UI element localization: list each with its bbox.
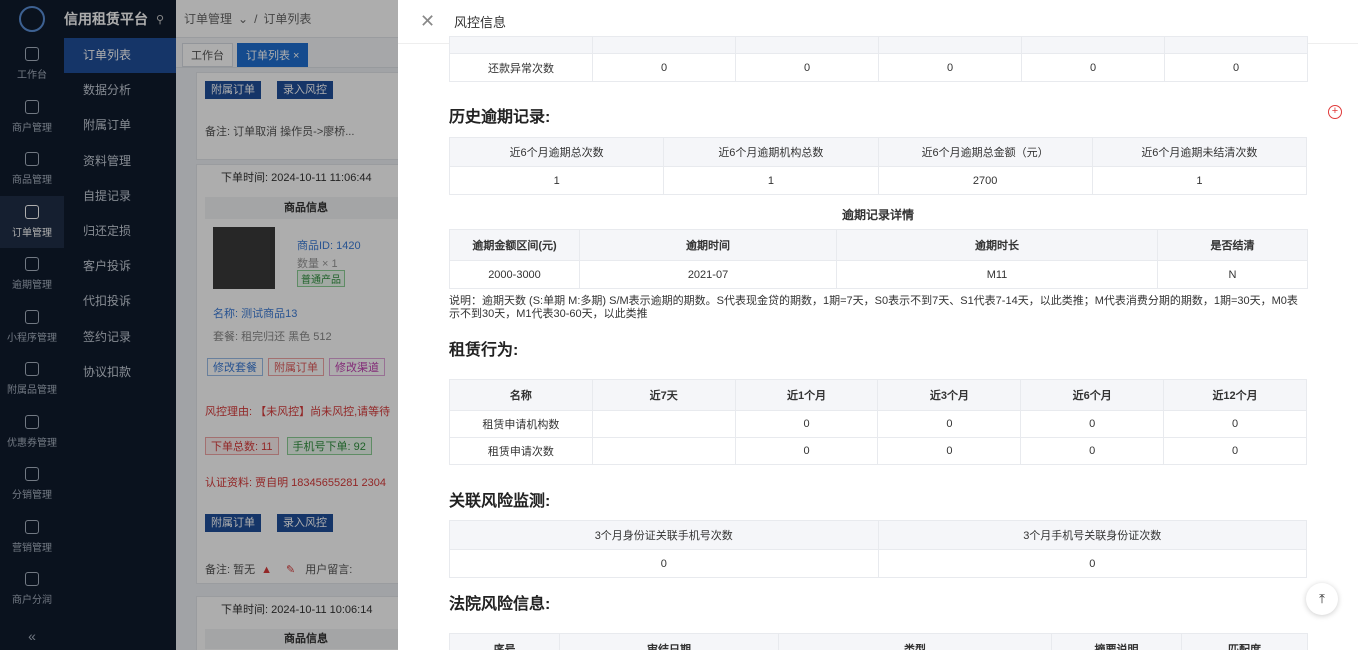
table-cell: 租赁申请次数	[449, 437, 593, 465]
drawer-body[interactable]: 还款异常次数 0 0 0 0 0 历史逾期记录: 近6个月逾期总次数 近6个月逾…	[398, 36, 1358, 650]
table-cell: 1	[1091, 166, 1308, 195]
table-cell: 0	[1163, 437, 1307, 465]
table-cell: 0	[735, 53, 879, 82]
overdue-detail-table: 逾期金额区间(元) 逾期时间 逾期时长 是否结清 2000-3000 2021-…	[449, 229, 1308, 289]
court-table: 序号 审结日期 类型 摘要说明 匹配度	[449, 633, 1308, 650]
close-icon[interactable]: ✕	[420, 11, 440, 32]
rent-table: 名称 近7天 近1个月 近3个月 近6个月 近12个月 租赁申请机构数 0 0 …	[449, 379, 1307, 465]
column-header: 近6个月逾期未结清次数	[1091, 137, 1308, 167]
table-header-row: 3个月身份证关联手机号次数 3个月手机号关联身份证次数	[449, 520, 1307, 550]
column-header: 是否结清	[1157, 229, 1308, 261]
table-cell: 0	[877, 549, 1307, 578]
column-header: 逾期金额区间(元)	[449, 229, 580, 261]
table-cell: 1	[448, 166, 665, 195]
risk-drawer: ✕ 风控信息 还款异常次数 0 0 0 0 0 历史逾期记录: 近6个月逾期总次…	[398, 0, 1358, 650]
table-cell: 0	[449, 549, 879, 578]
column-header: 近6个月逾期总次数	[448, 137, 665, 167]
table-cell: 0	[592, 53, 736, 82]
table-row: 还款异常次数 0 0 0 0 0	[449, 53, 1308, 82]
arrow-up-icon: ⤒	[1319, 591, 1325, 606]
table-header-row: 逾期金额区间(元) 逾期时间 逾期时长 是否结清	[449, 229, 1308, 261]
table-row: 租赁申请机构数 0 0 0 0	[449, 410, 1307, 438]
add-circle-icon[interactable]: +	[1328, 105, 1342, 119]
column-header: 摘要说明	[1051, 633, 1182, 650]
column-header: 名称	[449, 379, 593, 411]
table-cell	[591, 410, 736, 438]
section-title: 关联风险监测:	[449, 493, 551, 510]
overdue-note: 说明：逾期天数 (S:单期 M:多期) S/M表示逾期的期数。S代表现金贷的期数…	[449, 295, 1298, 320]
table-row: 租赁申请次数 0 0 0 0	[449, 437, 1307, 465]
table-cell: N	[1157, 260, 1308, 289]
table-cell: 0	[877, 410, 1022, 438]
detail-title: 逾期记录详情	[841, 208, 914, 222]
table-cell: 2000-3000	[449, 260, 580, 289]
column-header: 近12个月	[1163, 379, 1307, 411]
table-row	[449, 36, 1308, 54]
table-row: 2000-3000 2021-07 M11 N	[449, 260, 1308, 289]
column-header: 近1个月	[734, 379, 879, 411]
table-cell: 0	[1021, 53, 1165, 82]
app-root: 工作台 商户管理 商品管理 订单管理 逾期管理 小程序管理 附属品管理 优惠券管理 分销管理 营销…	[0, 0, 1358, 650]
column-header: 近6个月逾期总金额（元）	[877, 137, 1093, 167]
column-header: 逾期时长	[836, 229, 1158, 261]
column-header: 序号	[449, 633, 560, 650]
table-cell: 0	[877, 437, 1022, 465]
table-cell: 0	[734, 437, 879, 465]
column-header: 近6个月逾期机构总数	[663, 137, 879, 167]
repayment-table: 还款异常次数 0 0 0 0 0	[449, 36, 1308, 82]
table-cell: 1	[663, 166, 879, 195]
table-cell: 0	[1020, 437, 1165, 465]
table-header-row: 序号 审结日期 类型 摘要说明 匹配度	[449, 633, 1308, 650]
overdue-table: 近6个月逾期总次数 近6个月逾期机构总数 近6个月逾期总金额（元） 近6个月逾期…	[448, 137, 1308, 195]
table-row: 0 0	[449, 549, 1307, 578]
section-title: 法院风险信息:	[449, 596, 551, 613]
table-header-row: 名称 近7天 近1个月 近3个月 近6个月 近12个月	[449, 379, 1307, 411]
table-cell: 还款异常次数	[449, 53, 593, 82]
table-cell: 0	[878, 53, 1022, 82]
drawer-title: 风控信息	[454, 15, 507, 30]
column-header: 审结日期	[559, 633, 779, 650]
section-title: 租赁行为:	[449, 342, 519, 359]
link-risk-table: 3个月身份证关联手机号次数 3个月手机号关联身份证次数 0 0	[449, 520, 1307, 578]
table-cell: 0	[1163, 410, 1307, 438]
table-cell: 0	[734, 410, 879, 438]
column-header: 匹配度	[1181, 633, 1308, 650]
column-header: 3个月身份证关联手机号次数	[449, 520, 879, 550]
table-cell: M11	[836, 260, 1158, 289]
table-header-row: 近6个月逾期总次数 近6个月逾期机构总数 近6个月逾期总金额（元） 近6个月逾期…	[448, 137, 1308, 167]
table-cell: 2700	[877, 166, 1093, 195]
table-cell: 0	[1164, 53, 1308, 82]
column-header: 近6个月	[1020, 379, 1165, 411]
column-header: 近7天	[591, 379, 736, 411]
column-header: 类型	[778, 633, 1052, 650]
section-title: 历史逾期记录:	[449, 109, 551, 126]
column-header: 近3个月	[877, 379, 1022, 411]
table-cell	[591, 437, 736, 465]
table-row: 1 1 2700 1	[448, 166, 1308, 195]
back-to-top-button[interactable]: ⤒	[1306, 583, 1338, 615]
column-header: 3个月手机号关联身份证次数	[877, 520, 1307, 550]
table-cell: 2021-07	[579, 260, 837, 289]
column-header: 逾期时间	[579, 229, 837, 261]
table-cell: 0	[1020, 410, 1165, 438]
table-cell: 租赁申请机构数	[449, 410, 593, 438]
